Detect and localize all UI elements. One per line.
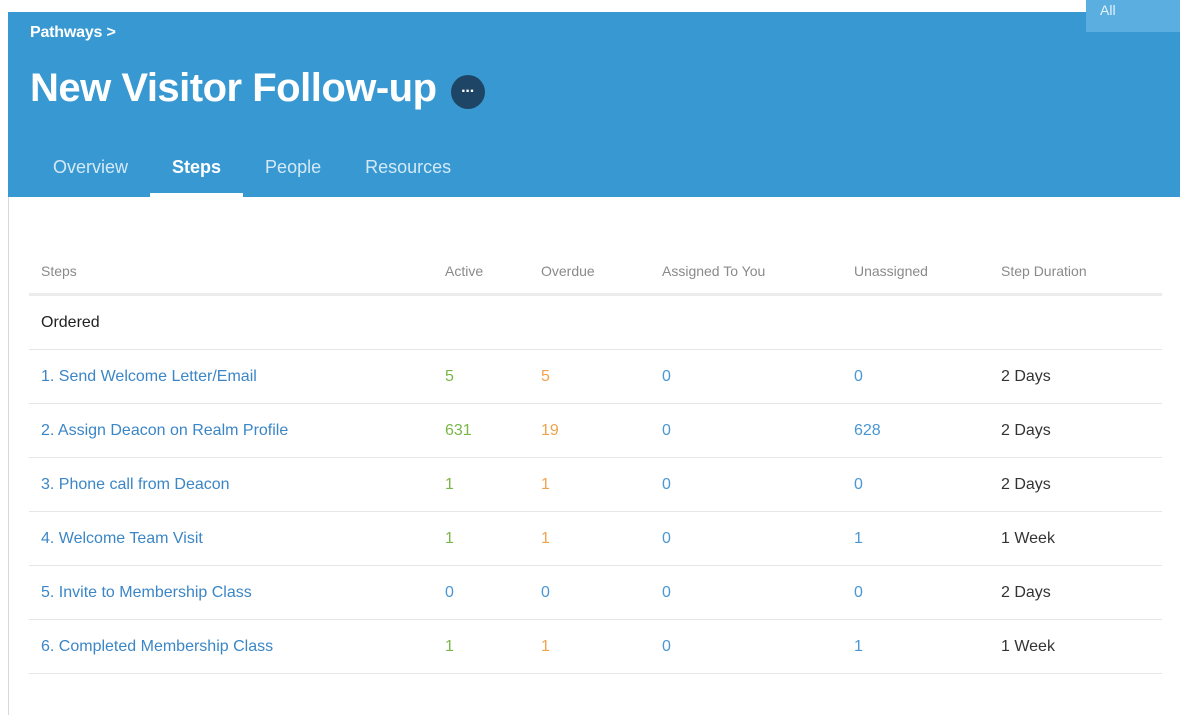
- step-link[interactable]: 3. Phone call from Deacon: [41, 476, 230, 493]
- step-duration: 2 Days: [989, 403, 1162, 458]
- active-count[interactable]: 1: [433, 619, 529, 674]
- unassigned-count[interactable]: 1: [842, 619, 989, 674]
- column-header-steps[interactable]: Steps: [29, 248, 433, 296]
- unassigned-count[interactable]: 0: [842, 457, 989, 512]
- title-row: New Visitor Follow-up ···: [30, 62, 485, 114]
- assigned-to-you-count[interactable]: 0: [650, 511, 842, 566]
- breadcrumb[interactable]: Pathways >: [30, 24, 116, 42]
- overdue-count[interactable]: 5: [529, 349, 650, 404]
- ellipsis-icon: ···: [461, 83, 475, 100]
- table-row: 5. Invite to Membership Class 0 0 0 0 2 …: [29, 565, 1162, 620]
- tab-overview[interactable]: Overview: [31, 140, 150, 197]
- unassigned-count[interactable]: 0: [842, 565, 989, 620]
- column-header-active[interactable]: Active: [433, 248, 529, 296]
- tab-resources[interactable]: Resources: [343, 140, 473, 197]
- step-link[interactable]: 1. Send Welcome Letter/Email: [41, 368, 257, 385]
- column-header-assigned-to-you[interactable]: Assigned To You: [650, 248, 842, 296]
- step-duration: 1 Week: [989, 511, 1162, 566]
- tab-steps[interactable]: Steps: [150, 140, 244, 197]
- overdue-count[interactable]: 1: [529, 619, 650, 674]
- unassigned-count[interactable]: 0: [842, 349, 989, 404]
- step-duration: 2 Days: [989, 457, 1162, 512]
- step-link[interactable]: 6. Completed Membership Class: [41, 638, 273, 655]
- tab-bar: Overview Steps People Resources: [31, 140, 473, 197]
- unassigned-count[interactable]: 1: [842, 511, 989, 566]
- steps-table: Steps Active Overdue Assigned To You Una…: [29, 248, 1162, 674]
- group-label: Ordered: [29, 294, 1162, 350]
- assigned-to-you-count[interactable]: 0: [650, 403, 842, 458]
- table-row: 3. Phone call from Deacon 1 1 0 0 2 Days: [29, 457, 1162, 512]
- assigned-to-you-count[interactable]: 0: [650, 565, 842, 620]
- content-left-border: [8, 197, 9, 715]
- active-count[interactable]: 631: [433, 403, 529, 458]
- overdue-count[interactable]: 19: [529, 403, 650, 458]
- assigned-to-you-count[interactable]: 0: [650, 619, 842, 674]
- step-link[interactable]: 4. Welcome Team Visit: [41, 530, 203, 547]
- overdue-count[interactable]: 1: [529, 457, 650, 512]
- filter-all-button[interactable]: All: [1086, 0, 1180, 32]
- active-count[interactable]: 1: [433, 511, 529, 566]
- group-row-ordered: Ordered: [29, 294, 1162, 350]
- table-row: 4. Welcome Team Visit 1 1 0 1 1 Week: [29, 511, 1162, 566]
- assigned-to-you-count[interactable]: 0: [650, 457, 842, 512]
- table-row: 6. Completed Membership Class 1 1 0 1 1 …: [29, 619, 1162, 674]
- tab-people[interactable]: People: [243, 140, 343, 197]
- active-count[interactable]: 5: [433, 349, 529, 404]
- column-header-unassigned[interactable]: Unassigned: [842, 248, 989, 296]
- step-link[interactable]: 2. Assign Deacon on Realm Profile: [41, 422, 288, 439]
- assigned-to-you-count[interactable]: 0: [650, 349, 842, 404]
- step-duration: 2 Days: [989, 565, 1162, 620]
- active-count[interactable]: 1: [433, 457, 529, 512]
- step-duration: 2 Days: [989, 349, 1162, 404]
- table-row: 2. Assign Deacon on Realm Profile 631 19…: [29, 403, 1162, 458]
- top-strip: [0, 0, 1180, 12]
- column-header-step-duration[interactable]: Step Duration: [989, 248, 1162, 296]
- overdue-count[interactable]: 1: [529, 511, 650, 566]
- column-header-overdue[interactable]: Overdue: [529, 248, 650, 296]
- table-row: 1. Send Welcome Letter/Email 5 5 0 0 2 D…: [29, 349, 1162, 404]
- step-duration: 1 Week: [989, 619, 1162, 674]
- unassigned-count[interactable]: 628: [842, 403, 989, 458]
- table-header-row: Steps Active Overdue Assigned To You Una…: [29, 248, 1162, 296]
- step-link[interactable]: 5. Invite to Membership Class: [41, 584, 252, 601]
- overdue-count[interactable]: 0: [529, 565, 650, 620]
- active-count[interactable]: 0: [433, 565, 529, 620]
- more-options-button[interactable]: ···: [450, 75, 485, 109]
- page-title: New Visitor Follow-up: [30, 66, 437, 110]
